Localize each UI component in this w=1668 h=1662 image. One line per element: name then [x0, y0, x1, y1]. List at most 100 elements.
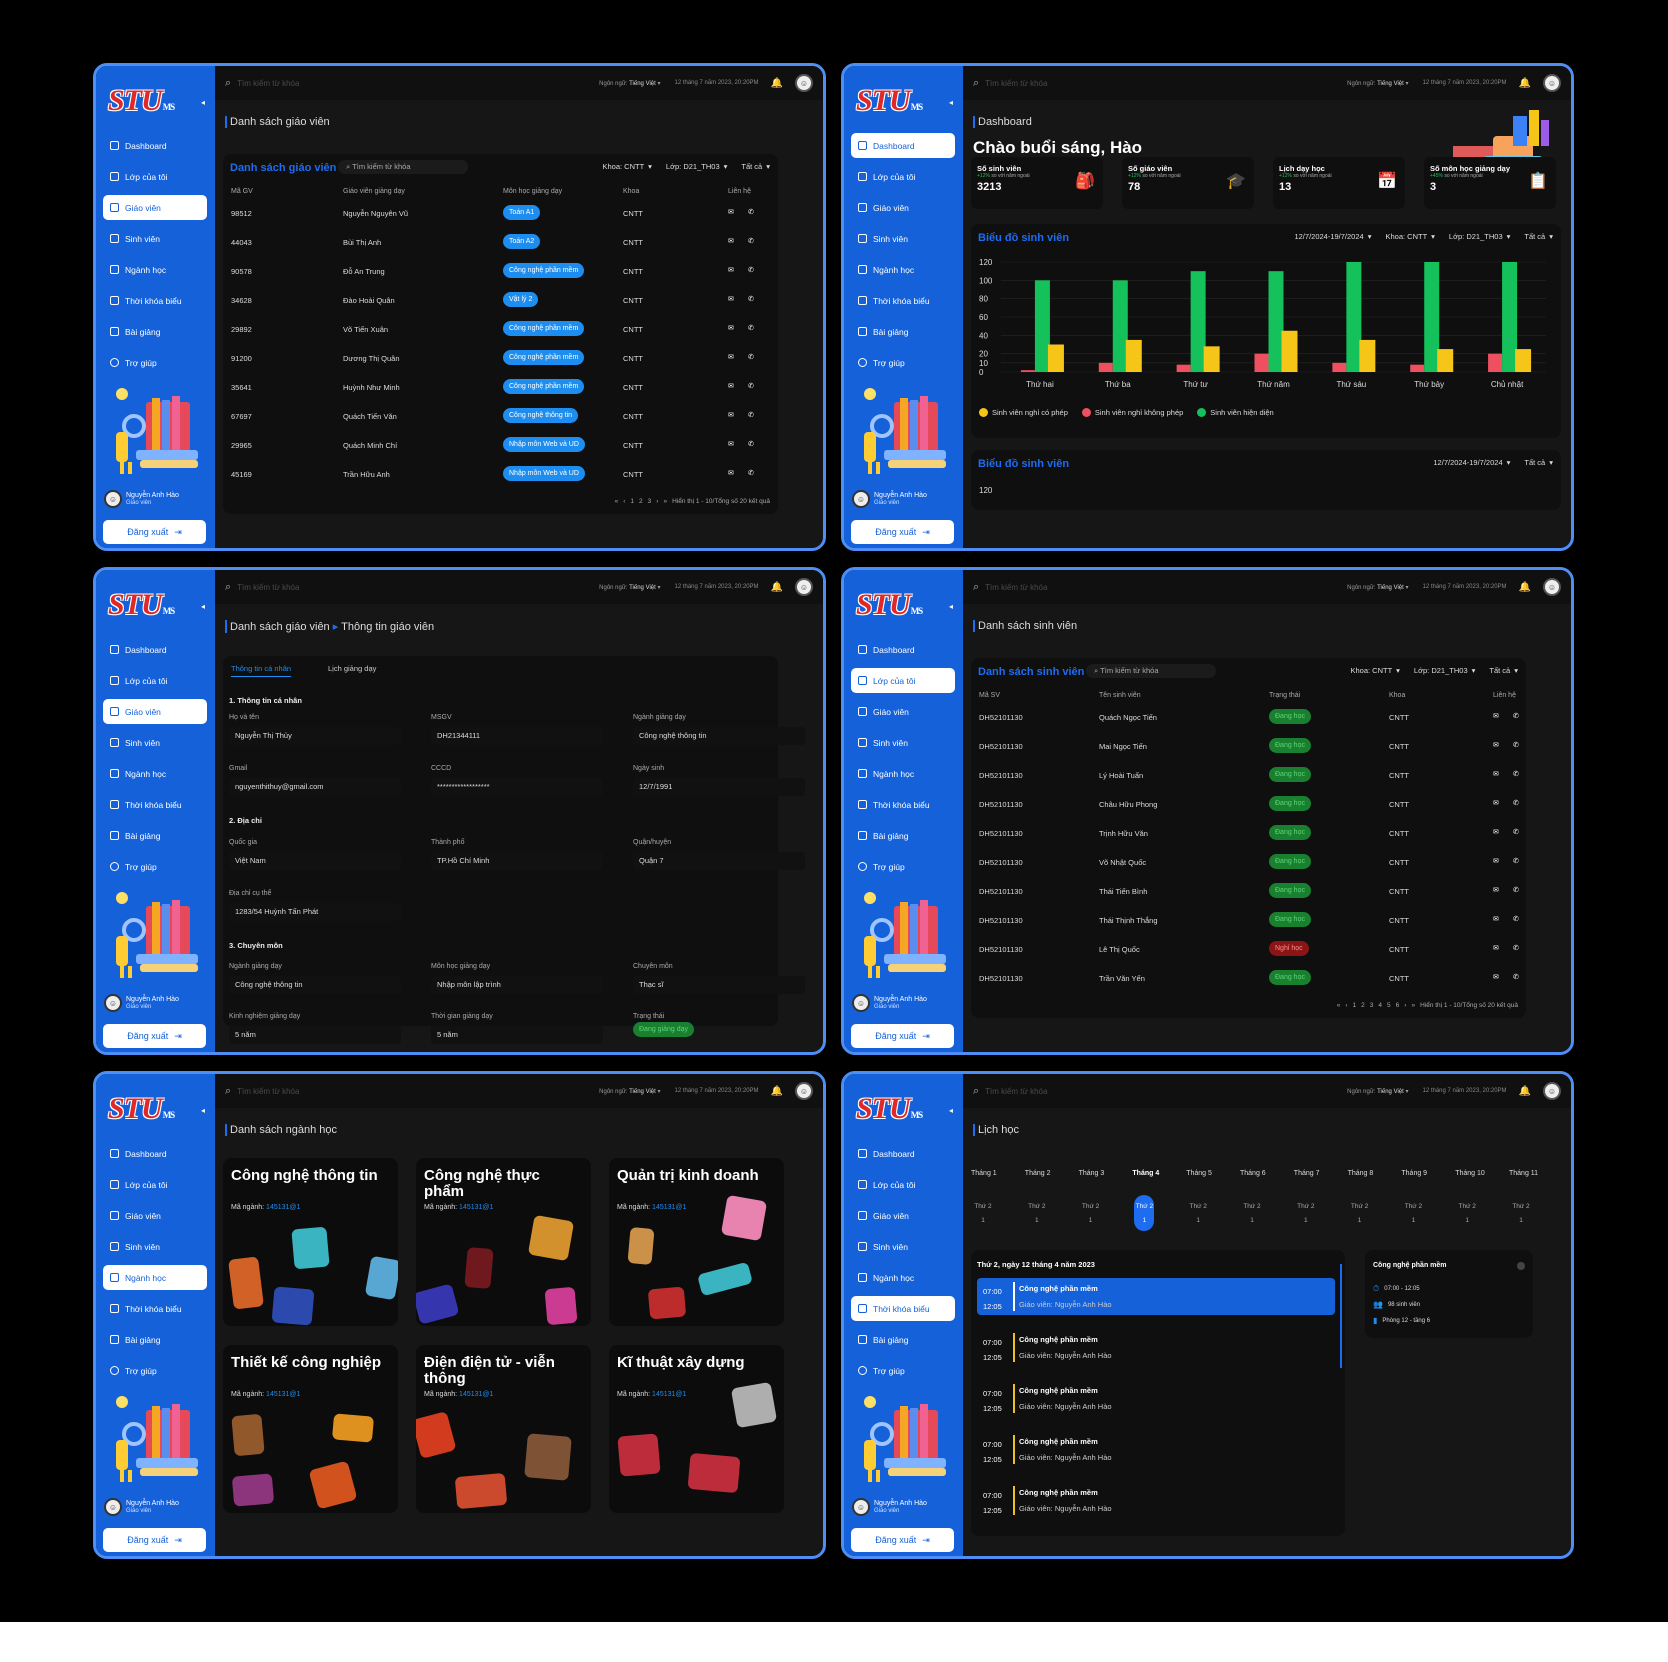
input-field[interactable]: Thạc sĩ — [633, 976, 805, 994]
mail-icon[interactable]: ✉ — [728, 382, 734, 390]
sidebar-item-7[interactable]: Trợ giúp — [851, 1358, 955, 1383]
table-row[interactable]: 29892 Võ Tiến Xuân Công nghệ phần mềm CNTT ✉… — [223, 316, 778, 344]
sidebar-item-2[interactable]: Giáo viên — [851, 1203, 955, 1228]
app-logo[interactable]: STUMS — [856, 1092, 923, 1126]
mail-icon[interactable]: ✉ — [728, 440, 734, 448]
page-number[interactable]: 3 — [648, 498, 652, 505]
sidebar-item-3[interactable]: Sinh viên — [851, 730, 955, 755]
table-row[interactable]: 91200 Dương Thị Quân Công nghệ phần mềm CNT… — [223, 345, 778, 373]
month-tab[interactable]: Tháng 7 — [1294, 1170, 1320, 1177]
input-field[interactable]: DH21344111 — [431, 727, 603, 745]
bar-0-3[interactable] — [1254, 353, 1269, 372]
sidebar-item-7[interactable]: Trợ giúp — [851, 350, 955, 375]
sidebar-item-4[interactable]: Ngành học — [103, 1265, 207, 1290]
filter-dropdown[interactable]: Lớp: D21_TH03 — [666, 162, 720, 171]
table-row[interactable]: DH52101130 Trần Văn Yến Đang học CNTT ✉ ✆ — [971, 965, 1526, 993]
mail-icon[interactable]: ✉ — [728, 208, 734, 216]
pager-next-icon[interactable]: » — [1411, 1002, 1415, 1009]
sidebar-item-7[interactable]: Trợ giúp — [103, 1358, 207, 1383]
table-row[interactable]: 90578 Đỗ An Trung Công nghệ phần mềm CNTT ✉ ✆ — [223, 258, 778, 286]
sidebar-item-2[interactable]: Giáo viên — [851, 195, 955, 220]
top-avatar[interactable]: ☺ — [1543, 74, 1561, 92]
day-cell[interactable]: Thứ 2 1 — [1350, 1195, 1370, 1231]
major-card[interactable]: Công nghệ thực phẩm Mã ngành: 145131@1 — [416, 1158, 591, 1326]
user-profile[interactable]: ☺ Nguyễn Anh Hào Giáo viên — [852, 1498, 927, 1516]
bar-2-3[interactable] — [1281, 330, 1298, 372]
table-row[interactable]: 98512 Nguyễn Nguyên Vũ Toán A1 CNTT ✉ ✆ — [223, 200, 778, 228]
collapse-sidebar-icon[interactable]: ◂ — [949, 98, 953, 107]
search-icon[interactable]: ⌕ — [973, 77, 979, 90]
mail-icon[interactable]: ✉ — [1493, 741, 1499, 749]
phone-icon[interactable]: ✆ — [1513, 973, 1519, 981]
schedule-stat-card[interactable]: Lịch dạy học +12% so với năm ngoái 13 📅 — [1273, 157, 1405, 209]
app-logo[interactable]: STUMS — [108, 84, 175, 118]
bell-icon[interactable]: 🔔 — [771, 78, 783, 89]
sidebar-item-0[interactable]: Dashboard — [851, 1141, 955, 1166]
search-icon[interactable]: ⌕ — [225, 581, 231, 594]
top-avatar[interactable]: ☺ — [1543, 578, 1561, 596]
bar-2-0[interactable] — [1047, 344, 1064, 373]
table-search[interactable]: ⌕ Tìm kiếm từ khóa — [1086, 664, 1216, 678]
input-field[interactable]: Quận 7 — [633, 852, 805, 870]
bar-1-1[interactable] — [1112, 280, 1128, 372]
search-icon[interactable]: ⌕ — [973, 1085, 979, 1098]
phone-icon[interactable]: ✆ — [1513, 915, 1519, 923]
filter-dropdown[interactable]: Tất cả — [1489, 666, 1510, 675]
schedule-item[interactable]: 07:00 12:05 Công nghệ phần mềm Giáo viên: N… — [977, 1278, 1335, 1315]
bar-1-4[interactable] — [1346, 262, 1362, 372]
sidebar-item-4[interactable]: Ngành học — [851, 1265, 955, 1290]
input-field[interactable]: Việt Nam — [229, 852, 401, 870]
sidebar-item-1[interactable]: Lớp của tôi — [103, 1172, 207, 1197]
sidebar-item-1[interactable]: Lớp của tôi — [103, 668, 207, 693]
day-cell[interactable]: Thứ 2 1 — [1296, 1195, 1316, 1231]
sidebar-item-6[interactable]: Bài giảng — [851, 319, 955, 344]
filter-dropdown[interactable]: Tất cả — [1524, 232, 1545, 241]
mail-icon[interactable]: ✉ — [1493, 973, 1499, 981]
logout-button[interactable]: Đăng xuất ⇥ — [851, 520, 954, 544]
bar-0-2[interactable] — [1176, 364, 1191, 372]
input-field[interactable]: 1283/54 Huỳnh Tấn Phát — [229, 903, 401, 921]
input-field[interactable]: TP.Hồ Chí Minh — [431, 852, 603, 870]
bar-2-6[interactable] — [1515, 349, 1532, 372]
collapse-sidebar-icon[interactable]: ◂ — [201, 1106, 205, 1115]
bell-icon[interactable]: 🔔 — [771, 1086, 783, 1097]
bar-1-5[interactable] — [1424, 262, 1440, 372]
sidebar-item-0[interactable]: Dashboard — [103, 637, 207, 662]
table-row[interactable]: DH52101130 Lý Hoài Tuấn Đang học CNTT ✉ ✆ — [971, 762, 1526, 790]
sidebar-item-3[interactable]: Sinh viên — [103, 226, 207, 251]
sidebar-item-5[interactable]: Thời khóa biểu — [851, 792, 955, 817]
day-cell[interactable]: Thứ 2 1 — [1511, 1195, 1531, 1231]
month-tab[interactable]: Tháng 9 — [1401, 1170, 1427, 1177]
pager-next-icon[interactable]: » — [663, 498, 667, 505]
mail-icon[interactable]: ✉ — [1493, 857, 1499, 865]
mail-icon[interactable]: ✉ — [1493, 799, 1499, 807]
collapse-sidebar-icon[interactable]: ◂ — [201, 98, 205, 107]
table-row[interactable]: 29965 Quách Minh Chí Nhập môn Web và UD CNT… — [223, 432, 778, 460]
filter-dropdown[interactable]: Khoa: CNTT — [1350, 666, 1392, 675]
user-profile[interactable]: ☺ Nguyễn Anh Hào Giáo viên — [104, 994, 179, 1012]
phone-icon[interactable]: ✆ — [748, 208, 754, 216]
table-row[interactable]: DH52101130 Trịnh Hữu Văn Đang học CNTT ✉ ✆ — [971, 820, 1526, 848]
sidebar-item-6[interactable]: Bài giảng — [851, 1327, 955, 1352]
month-tab[interactable]: Tháng 1 — [971, 1170, 997, 1177]
legend-item[interactable]: Sinh viên hiện diện — [1197, 408, 1274, 417]
teachers-stat-card[interactable]: Số giáo viên +12% so với năm ngoái 78 🎓 — [1122, 157, 1254, 209]
day-cell[interactable]: Thứ 2 1 — [1081, 1195, 1101, 1231]
collapse-sidebar-icon[interactable]: ◂ — [949, 602, 953, 611]
search-input[interactable]: Tìm kiếm từ khóa — [985, 583, 1341, 592]
sidebar-item-0[interactable]: Dashboard — [103, 1141, 207, 1166]
top-avatar[interactable]: ☺ — [795, 74, 813, 92]
app-logo[interactable]: STUMS — [108, 588, 175, 622]
input-field[interactable]: Công nghệ thông tin — [229, 976, 401, 994]
month-tab[interactable]: Tháng 11 — [1509, 1170, 1538, 1177]
search-icon[interactable]: ⌕ — [225, 77, 231, 90]
table-row[interactable]: 34628 Đào Hoài Quân Vật lý 2 CNTT ✉ ✆ — [223, 287, 778, 315]
language-select[interactable]: Ngôn ngữ: Tiếng Việt ▾ — [1347, 1088, 1408, 1095]
sidebar-item-4[interactable]: Ngành học — [851, 761, 955, 786]
subjects-stat-card[interactable]: Số môn học giảng dạy +45% so với năm ngoá… — [1424, 157, 1556, 209]
bell-icon[interactable]: 🔔 — [771, 582, 783, 593]
user-profile[interactable]: ☺ Nguyễn Anh Hào Giáo viên — [104, 1498, 179, 1516]
page-number[interactable]: 5 — [1387, 1002, 1391, 1009]
sidebar-item-7[interactable]: Trợ giúp — [851, 854, 955, 879]
bar-1-0[interactable] — [1034, 280, 1050, 372]
